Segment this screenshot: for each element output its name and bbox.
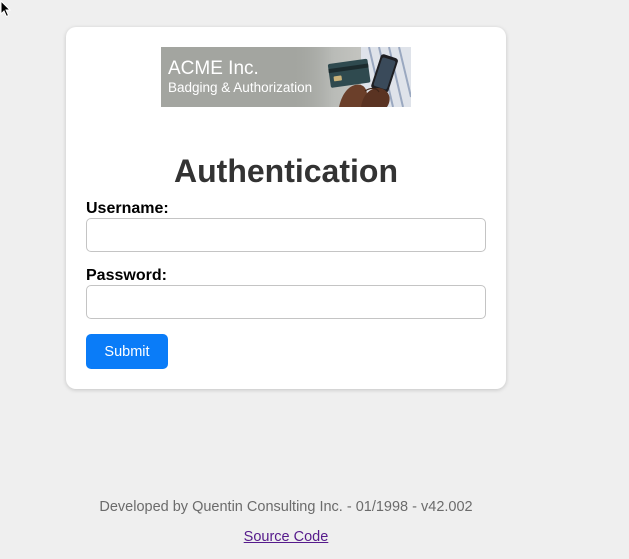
card-payment-photo [291,47,411,107]
submit-button[interactable]: Submit [86,334,168,369]
username-field[interactable] [86,218,486,252]
page-title: Authentication [174,153,398,189]
username-label: Username: [86,200,169,217]
company-banner: ACME Inc. Badging & Authorization [161,47,411,107]
password-label: Password: [86,267,167,284]
banner-company-name: ACME Inc. [168,58,259,79]
source-code-link-container: Source Code [0,528,572,546]
login-card: ACME Inc. Badging & Authorization Authen… [66,27,506,389]
password-field[interactable] [86,285,486,319]
footer-credit: Developed by Quentin Consulting Inc. - 0… [99,499,473,515]
mouse-pointer-icon [0,0,12,18]
banner-tagline: Badging & Authorization [168,80,313,95]
source-code-link[interactable]: Source Code [244,529,329,545]
